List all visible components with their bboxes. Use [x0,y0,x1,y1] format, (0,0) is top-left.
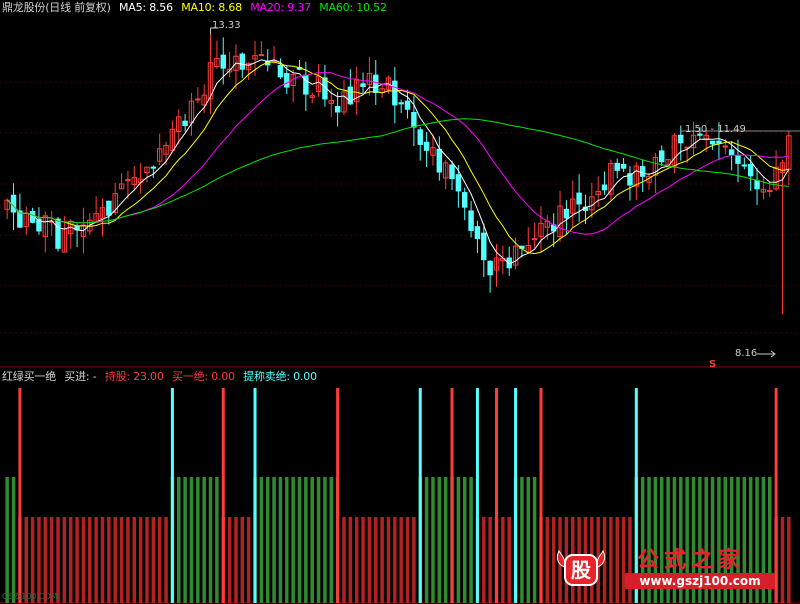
ma20-line [6,72,789,235]
ma5-label: MA5: 8.56 [118,1,173,14]
candle-body [728,149,735,156]
candle-body [481,232,487,261]
candle-body [392,80,398,106]
candle-body [455,174,462,192]
candle-body [373,74,379,93]
candle-body [106,200,112,216]
candle-body [398,102,404,105]
candle-body [423,141,430,151]
candle-body [474,226,481,240]
price-panel-header: 鼎龙股份(日线 前复权) MA5: 8.56 MA10: 8.68 MA20: … [2,1,392,15]
candle-body [334,106,341,113]
candle-body [360,83,366,88]
candle-body [601,184,608,191]
sell-value-label: 提称卖绝: 0.00 [243,370,317,383]
candle-body [468,210,474,231]
candle-body [754,180,760,190]
candle-body [436,148,443,173]
candle-body [182,120,188,126]
candle-body [150,166,157,169]
ma60-label: MA60: 10.52 [319,1,387,14]
candle-body [417,129,423,145]
ma10-label: MA10: 8.68 [181,1,242,14]
candle-body [735,155,741,164]
hold-value-label: 持股: 23.00 [104,370,164,383]
candle-body [284,73,290,88]
candle-body [747,163,754,177]
buy-value-label: 买进: - [64,370,97,383]
candle-body [404,100,411,110]
stock-name-label: 鼎龙股份(日线 前复权) [2,1,111,14]
candle-body [449,164,455,180]
bottom-source-tag: GSZJ100.COM [2,592,58,601]
watermark-url: www.gszj100.com [625,573,775,589]
candle-body [620,163,627,169]
price-range-annotation: 1.50 - 11.49 [685,124,746,136]
candle-body [614,162,620,171]
low-price-arrow [757,350,776,358]
watermark-title: 公式之家 [637,547,746,573]
bull-logo-icon: 股 [556,550,606,586]
candle-body [716,140,722,144]
indicator-panel-header: 红绿买一绝 买进: - 持股: 23.00 买一绝: 0.00 提称卖绝: 0.… [2,370,322,384]
candle-body [10,194,17,213]
candle-body [576,192,582,205]
candle-body [239,53,246,70]
watermark-logo-char: 股 [571,558,591,582]
candle-body [277,64,284,78]
high-price-annotation: 13.33 [212,20,241,32]
candle-body [55,218,61,249]
candle-body [709,140,716,145]
ma10-line [6,61,789,255]
low-price-text: 8.16 [735,348,758,359]
candle-body [487,260,493,276]
candle-body [563,208,570,219]
sell-marker-text: S [709,359,717,370]
candle-body [659,150,665,163]
candle-body [258,54,265,57]
candle-body [411,112,417,128]
candle-body [678,134,684,144]
low-price-annotation: 8.16 [735,348,757,360]
candle-body [741,164,748,167]
ma60-line [6,118,789,224]
price-range-text: 1.50 - 11.49 [685,124,746,135]
candle-body [462,192,468,208]
candle-body [220,54,226,69]
high-price-text: 13.33 [212,20,241,31]
candle-body [195,98,201,101]
ma20-label: MA20: 9.37 [250,1,311,14]
buy-one-value-label: 买一绝: 0.00 [171,370,235,383]
indicator-name-label: 红绿买一绝 [2,370,56,383]
watermark: 股 公式之家 www.gszj100.com [553,545,783,591]
candlestick-chart[interactable] [0,0,800,604]
sell-marker: S [709,359,716,371]
candle-body [722,145,728,148]
candle-body [639,166,646,177]
